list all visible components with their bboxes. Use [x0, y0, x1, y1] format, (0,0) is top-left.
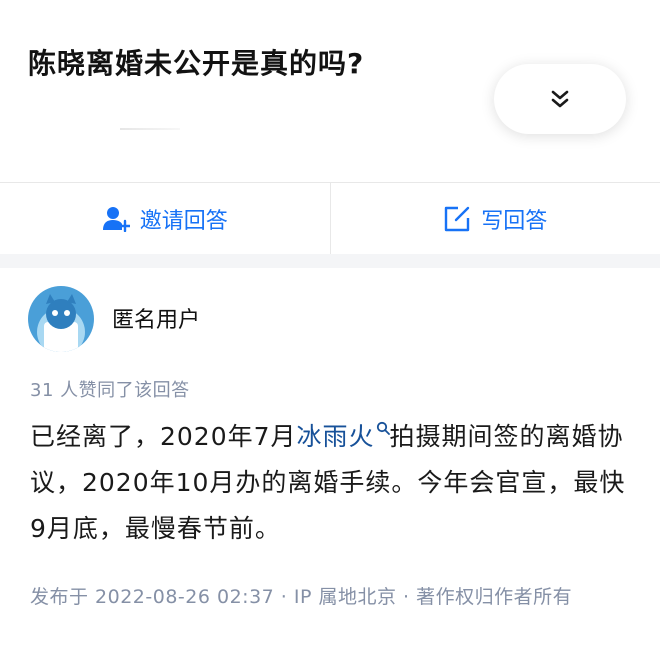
action-bar: 邀请回答 写回答 [0, 182, 660, 254]
invite-user-icon [102, 206, 130, 232]
search-link[interactable]: 冰雨火 [296, 421, 390, 451]
search-icon [376, 421, 390, 435]
vote-count: 31 人赞同了该回答 [30, 380, 190, 401]
author-name[interactable]: 匿名用户 [112, 302, 200, 334]
anonymous-avatar-icon [28, 286, 94, 352]
search-link-text: 冰雨火 [296, 422, 375, 451]
double-chevron-down-icon [551, 90, 569, 108]
publish-meta: 发布于 2022-08-26 02:37 · IP 属地北京 · 著作权归作者所… [30, 586, 573, 608]
section-separator [0, 254, 660, 268]
invite-answer-label: 邀请回答 [139, 208, 228, 234]
content-text-part1: 已经离了，2020年7月 [30, 422, 297, 451]
write-answer-label: 写回答 [481, 208, 548, 234]
answer-card: 匿名用户 31 人赞同了该回答 已经离了，2020年7月冰雨火 拍摄期间签的离婚协… [0, 268, 660, 648]
avatar[interactable] [28, 286, 94, 352]
answer-content: 已经离了，2020年7月冰雨火 拍摄期间签的离婚协议，2020年10月办的离婚手续… [30, 414, 640, 552]
invite-answer-button[interactable]: 邀请回答 [0, 183, 331, 254]
question-title: 陈晓离婚未公开是真的吗? [28, 47, 365, 80]
edit-icon [445, 206, 470, 231]
write-answer-button[interactable]: 写回答 [331, 183, 660, 254]
faint-divider [120, 128, 180, 130]
expand-button[interactable] [494, 64, 626, 134]
question-header: 陈晓离婚未公开是真的吗? [0, 0, 660, 182]
